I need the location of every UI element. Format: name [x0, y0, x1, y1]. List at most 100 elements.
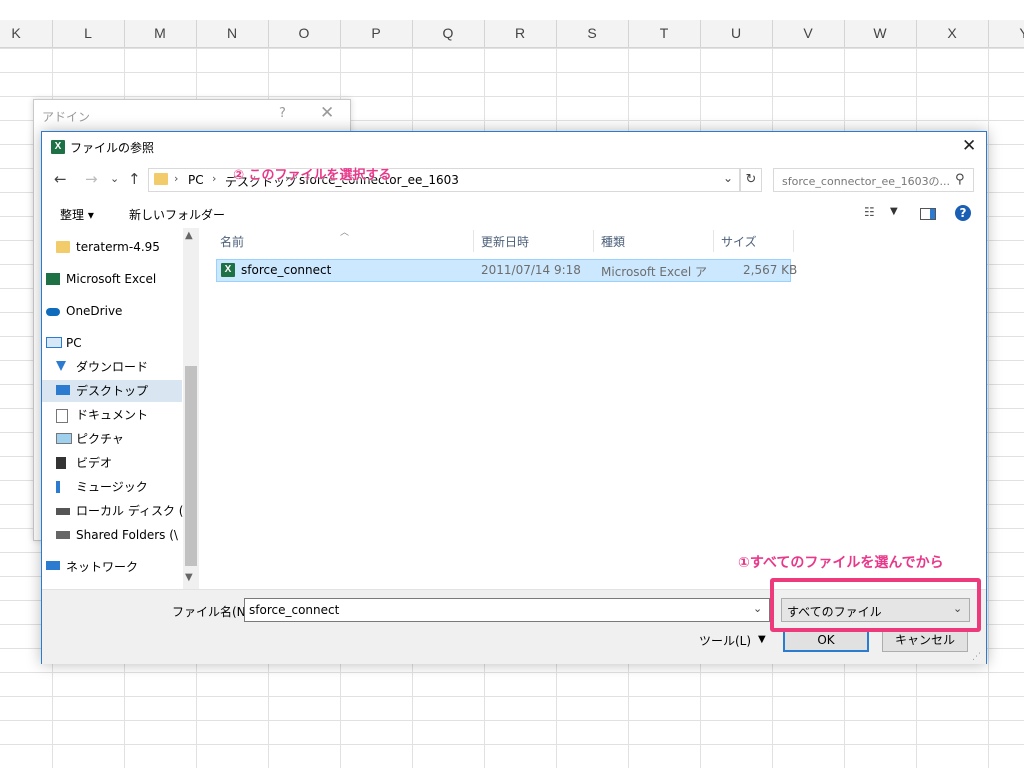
dialog-titlebar: X ファイルの参照 ✕ [42, 132, 986, 162]
chevron-down-icon[interactable]: ▼ [758, 634, 766, 645]
nav-item[interactable]: ピクチャ [42, 428, 182, 450]
forward-button[interactable]: → [85, 170, 98, 188]
filename-label: ファイル名(N): [172, 605, 255, 619]
column-header-name[interactable]: 名前 [220, 233, 244, 250]
column-header-n[interactable]: N [196, 20, 269, 47]
nav-item-label: ビデオ [76, 456, 113, 470]
column-header-modified[interactable]: 更新日時 [481, 233, 529, 250]
folder-icon [56, 241, 70, 253]
help-icon[interactable]: ? [279, 106, 286, 121]
annotation-select-type: ①すべてのファイルを選んでから [738, 555, 944, 571]
dialog-title: ファイルの参照 [70, 141, 155, 155]
file-list: ︿ 名前 更新日時 種類 サイズ X sforce_connect 2011/0… [200, 228, 986, 589]
nav-item-label: ドキュメント [76, 408, 149, 422]
column-divider [713, 230, 714, 252]
search-input[interactable]: sforce_connector_ee_1603の... ⚲ [773, 168, 974, 192]
column-header-v[interactable]: V [772, 20, 845, 47]
download-icon [56, 361, 66, 371]
column-divider [593, 230, 594, 252]
nav-item-label: デスクトップ [76, 384, 149, 398]
scroll-down-icon[interactable]: ▼ [185, 572, 193, 583]
column-header-o[interactable]: O [268, 20, 341, 47]
navigation-pane: teraterm-4.95 Microsoft Excel OneDrive PC ダウ… [42, 228, 200, 588]
nav-item[interactable]: PC [42, 332, 182, 354]
preview-pane-icon[interactable] [920, 208, 936, 220]
close-button[interactable]: ✕ [962, 136, 976, 156]
disk-icon [56, 508, 70, 515]
command-toolbar: 整理 ▾ 新しいフォルダー ☷ ▼ ? [42, 200, 986, 228]
desktop-icon [56, 385, 70, 395]
nav-item-label: Shared Folders (\ [76, 528, 178, 542]
scroll-up-icon[interactable]: ▲ [185, 230, 193, 241]
chevron-down-icon[interactable]: ⌄ [723, 171, 733, 185]
refresh-button[interactable]: ↻ [740, 168, 762, 192]
chevron-down-icon[interactable]: ▼ [890, 206, 898, 217]
navigation-scrollbar[interactable]: ▲ ▼ [183, 228, 199, 589]
column-header-type[interactable]: 種類 [601, 233, 625, 250]
scrollbar-thumb[interactable] [185, 366, 197, 566]
file-modified: 2011/07/14 9:18 [481, 263, 581, 277]
file-name: sforce_connect [241, 263, 332, 277]
column-header-l[interactable]: L [52, 20, 125, 47]
file-row[interactable]: X sforce_connect 2011/07/14 9:18 Microso… [216, 259, 797, 282]
nav-item[interactable]: teraterm-4.95 [42, 236, 182, 258]
column-header-p[interactable]: P [340, 20, 413, 47]
up-button[interactable]: ↑ [128, 170, 141, 188]
column-divider [473, 230, 474, 252]
column-header-size[interactable]: サイズ [721, 233, 757, 250]
nav-item-label: ダウンロード [76, 360, 149, 374]
nav-item-label: teraterm-4.95 [76, 240, 160, 254]
chevron-right-icon: › [212, 172, 217, 185]
recent-locations-button[interactable]: ⌄ [110, 172, 119, 185]
nav-item[interactable]: ネットワーク [42, 556, 182, 578]
pc-icon [46, 337, 62, 348]
column-header-y[interactable]: Y [988, 20, 1024, 47]
excel-icon [46, 273, 60, 285]
nav-item[interactable]: ミュージック [42, 476, 182, 498]
pictures-icon [56, 433, 72, 444]
column-header-k[interactable]: K [0, 20, 53, 47]
column-header-bar: KLMNOPQRSTUVWXY [0, 20, 1024, 48]
chevron-right-icon: › [174, 172, 179, 185]
file-type: Microsoft Excel ア... [601, 265, 707, 279]
addin-dialog-title: アドイン [42, 110, 91, 124]
back-button[interactable]: ← [54, 170, 67, 188]
breadcrumb-pc[interactable]: PC [188, 173, 204, 187]
column-header-s[interactable]: S [556, 20, 629, 47]
search-placeholder: sforce_connector_ee_1603の... [782, 175, 951, 188]
nav-item[interactable]: ビデオ [42, 452, 182, 474]
nav-item-label: PC [66, 336, 82, 350]
column-divider [793, 230, 794, 252]
close-icon[interactable]: ✕ [320, 103, 334, 123]
resize-grip-icon[interactable]: ⋰ [972, 652, 981, 662]
network-drive-icon [56, 531, 70, 539]
nav-item[interactable]: OneDrive [42, 300, 182, 322]
excel-file-icon: X [221, 263, 235, 277]
column-header-t[interactable]: T [628, 20, 701, 47]
chevron-down-icon[interactable]: ⌄ [753, 602, 762, 615]
column-header-m[interactable]: M [124, 20, 197, 47]
onedrive-icon [46, 308, 60, 316]
tools-button[interactable]: ツール(L) [699, 632, 751, 649]
column-header-r[interactable]: R [484, 20, 557, 47]
folder-icon [154, 173, 168, 185]
nav-item[interactable]: ダウンロード [42, 356, 182, 378]
nav-item[interactable]: ローカル ディスク (C [42, 500, 192, 522]
column-header-x[interactable]: X [916, 20, 989, 47]
nav-item[interactable]: Microsoft Excel [42, 268, 182, 290]
organize-button[interactable]: 整理 ▾ [60, 206, 94, 223]
column-header-w[interactable]: W [844, 20, 917, 47]
filename-input[interactable]: sforce_connect ⌄ [244, 598, 770, 622]
annotation-select-file: ② このファイルを選択する [233, 168, 392, 183]
new-folder-button[interactable]: 新しいフォルダー [129, 206, 225, 223]
nav-item[interactable]: デスクトップ [42, 380, 182, 402]
nav-item[interactable]: Shared Folders (\ [42, 524, 182, 546]
documents-icon [56, 409, 68, 423]
network-icon [46, 561, 60, 570]
help-icon[interactable]: ? [955, 205, 971, 221]
column-header-q[interactable]: Q [412, 20, 485, 47]
column-header-u[interactable]: U [700, 20, 773, 47]
nav-item-label: ピクチャ [76, 432, 124, 446]
nav-item[interactable]: ドキュメント [42, 404, 182, 426]
view-options-icon[interactable]: ☷ [864, 205, 875, 219]
